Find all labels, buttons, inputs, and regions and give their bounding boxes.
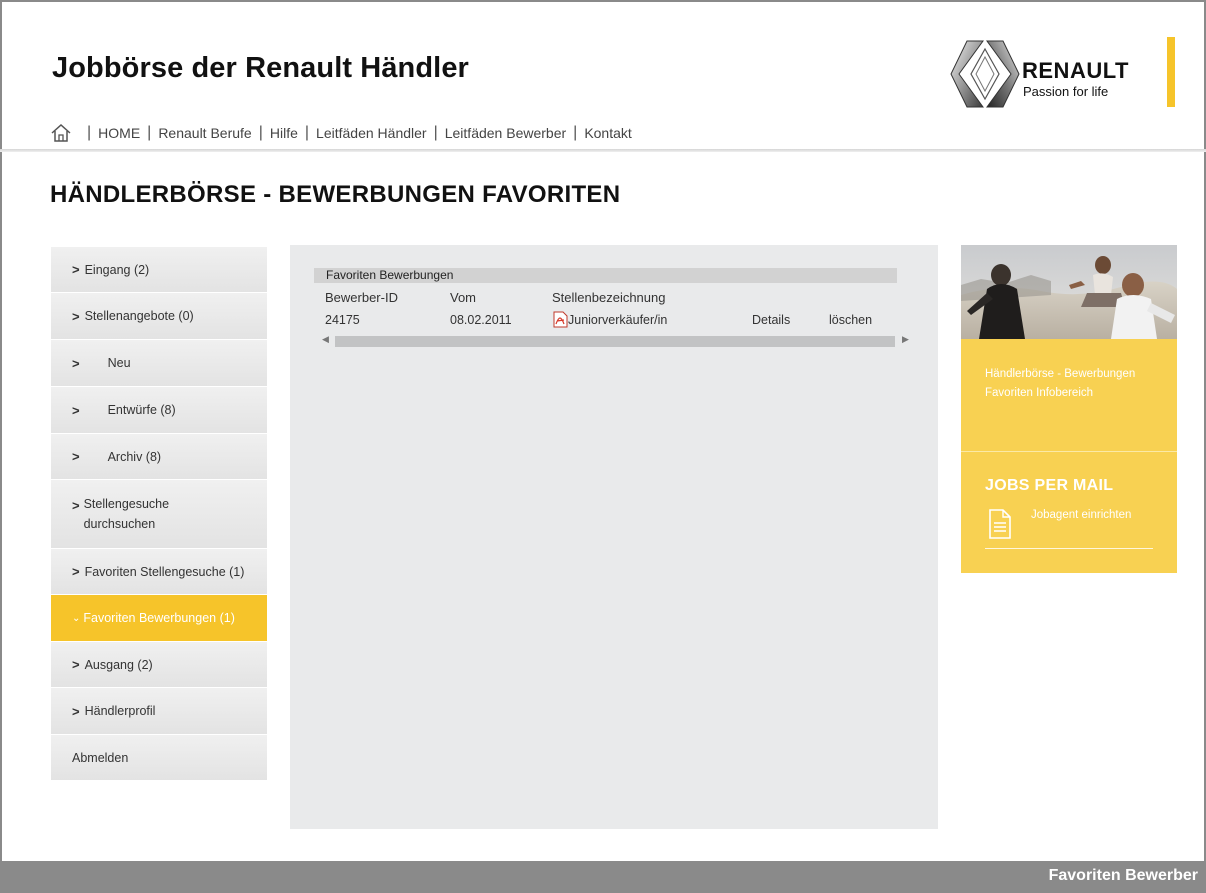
scroll-left-icon[interactable]: ◀ bbox=[322, 334, 329, 345]
delete-link[interactable]: löschen bbox=[829, 313, 872, 327]
page-title: HÄNDLERBÖRSE - BEWERBUNGEN FAVORITEN bbox=[50, 181, 621, 208]
sidebar-item-label: Händlerprofil bbox=[84, 704, 156, 718]
sidebar-item-label: Archiv (8) bbox=[107, 449, 162, 464]
sidebar-item-favoriten-bewerbungen[interactable]: ⌄ Favoriten Bewerbungen (1) bbox=[51, 595, 267, 642]
sidebar-item-eingang[interactable]: > Eingang (2) bbox=[51, 247, 267, 293]
renault-logo[interactable]: RENAULT Passion for life bbox=[949, 37, 1179, 111]
nav-separator: | bbox=[87, 124, 92, 141]
sidebar-item-label: Stellengesuche durchsuchen bbox=[83, 497, 170, 531]
nav-separator: | bbox=[258, 124, 263, 141]
chevron-right-icon: > bbox=[72, 355, 80, 371]
sidebar-item-haendlerprofil[interactable]: > Händlerprofil bbox=[51, 688, 267, 735]
sidebar-item-ausgang[interactable]: > Ausgang (2) bbox=[51, 642, 267, 688]
chevron-down-icon: ⌄ bbox=[72, 612, 81, 624]
site-title: Jobbörse der Renault Händler bbox=[52, 52, 469, 84]
jobs-per-mail-title: JOBS PER MAIL bbox=[985, 477, 1114, 494]
main-nav: | HOME | Renault Berufe | Hilfe | Leitfä… bbox=[50, 121, 632, 145]
sidebar-item-label: Neu bbox=[107, 356, 131, 370]
chevron-right-icon: > bbox=[72, 703, 80, 719]
logo-accent-bar bbox=[1167, 37, 1175, 107]
logo-brand: RENAULT bbox=[1022, 58, 1129, 83]
scrollbar-thumb[interactable] bbox=[335, 336, 895, 347]
document-icon[interactable] bbox=[988, 508, 1012, 540]
chevron-right-icon: > bbox=[72, 308, 80, 324]
nav-separator: | bbox=[433, 124, 438, 141]
jobagent-link[interactable]: Jobagent einrichten bbox=[1031, 509, 1131, 521]
people-beach-image bbox=[961, 245, 1177, 339]
nav-item-home[interactable]: HOME bbox=[98, 125, 140, 141]
sidebar-item-label: Eingang (2) bbox=[84, 262, 150, 277]
nav-separator: | bbox=[304, 124, 310, 141]
nav-item-kontakt[interactable]: Kontakt bbox=[584, 125, 631, 141]
sidebar-item-entwuerfe[interactable]: > Entwürfe (8) bbox=[51, 387, 267, 434]
sidebar-item-label: Ausgang (2) bbox=[84, 657, 153, 672]
column-header-bewerber-id: Bewerber-ID bbox=[325, 290, 398, 305]
sidebar-item-label: Entwürfe (8) bbox=[107, 403, 176, 417]
renault-diamond-icon bbox=[950, 40, 1020, 108]
column-header-vom: Vom bbox=[450, 290, 477, 305]
cell-date: 08.02.2011 bbox=[450, 313, 512, 327]
chevron-right-icon: > bbox=[72, 564, 80, 579]
details-link[interactable]: Details bbox=[752, 313, 790, 327]
info-panel: Händlerbörse - Bewerbungen Favoriten Inf… bbox=[961, 339, 1177, 451]
sidebar-item-label: Favoriten Bewerbungen (1) bbox=[83, 611, 235, 625]
cell-bewerber-id: 24175 bbox=[325, 313, 360, 327]
footer-label: Favoriten Bewerber bbox=[1048, 867, 1198, 884]
sidebar-item-stellenangebote[interactable]: > Stellenangebote (0) bbox=[51, 293, 267, 340]
nav-separator: | bbox=[573, 124, 578, 141]
sidebar-item-abmelden[interactable]: Abmelden bbox=[51, 735, 267, 781]
chevron-right-icon: > bbox=[72, 498, 80, 513]
nav-item-hilfe[interactable]: Hilfe bbox=[270, 125, 298, 141]
main-panel: Favoriten Bewerbungen Bewerber-ID Vom St… bbox=[290, 245, 938, 829]
pdf-icon[interactable] bbox=[553, 311, 568, 328]
nav-item-renault-berufe[interactable]: Renault Berufe bbox=[158, 125, 251, 141]
chevron-right-icon: > bbox=[72, 402, 80, 418]
scroll-right-icon[interactable]: ▶ bbox=[902, 334, 909, 345]
sidebar-item-label: Abmelden bbox=[72, 750, 129, 765]
sidebar-menu: > Eingang (2) > Stellenangebote (0) > Ne… bbox=[51, 247, 267, 781]
sidebar-item-stellengesuche-durchsuchen[interactable]: > Stellengesuche durchsuchen bbox=[51, 480, 267, 549]
nav-divider bbox=[0, 149, 1206, 152]
cell-position-link[interactable]: Juniorverkäufer/in bbox=[568, 313, 667, 327]
jobs-divider bbox=[985, 548, 1153, 549]
chevron-right-icon: > bbox=[72, 449, 80, 464]
promo-photo bbox=[961, 245, 1177, 339]
nav-separator: | bbox=[147, 124, 152, 141]
footer-bar: Favoriten Bewerber bbox=[0, 861, 1206, 893]
home-icon[interactable] bbox=[50, 122, 72, 144]
jobs-per-mail-panel: JOBS PER MAIL Jobagent einrichten bbox=[961, 451, 1177, 573]
nav-item-leitfaeden-bewerber[interactable]: Leitfäden Bewerber bbox=[445, 125, 566, 141]
horizontal-scrollbar[interactable]: ◀ ▶ bbox=[314, 334, 914, 349]
sidebar-item-favoriten-stellengesuche[interactable]: > Favoriten Stellengesuche (1) bbox=[51, 549, 267, 595]
column-header-stellenbezeichnung: Stellenbezeichnung bbox=[552, 290, 666, 305]
sidebar-item-neu[interactable]: > Neu bbox=[51, 340, 267, 387]
chevron-right-icon: > bbox=[72, 262, 80, 277]
nav-item-leitfaeden-haendler[interactable]: Leitfäden Händler bbox=[316, 125, 427, 141]
sidebar-item-archiv[interactable]: > Archiv (8) bbox=[51, 434, 267, 480]
chevron-right-icon: > bbox=[72, 657, 80, 672]
sidebar-item-label: Stellenangebote (0) bbox=[84, 309, 194, 323]
logo-tagline: Passion for life bbox=[1023, 84, 1109, 99]
info-text: Händlerbörse - Bewerbungen Favoriten Inf… bbox=[985, 368, 1136, 399]
sidebar-item-label: Favoriten Stellengesuche (1) bbox=[84, 564, 245, 579]
section-header: Favoriten Bewerbungen bbox=[314, 268, 897, 283]
